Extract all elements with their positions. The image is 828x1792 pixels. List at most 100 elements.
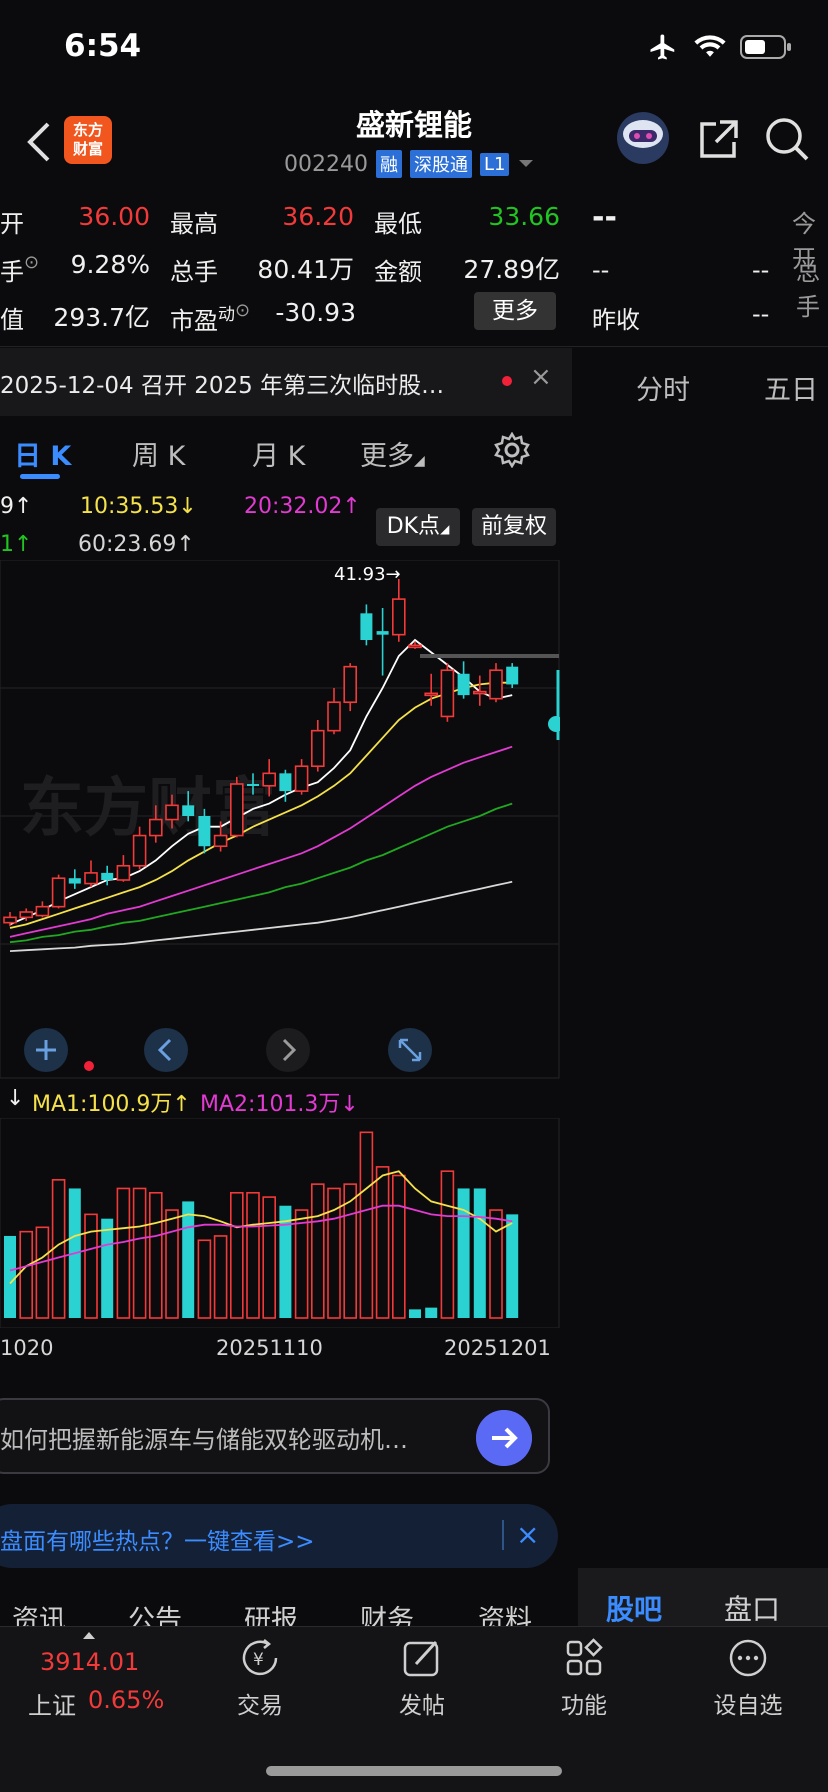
trade-icon[interactable]: ¥	[238, 1636, 282, 1680]
candle-body	[149, 818, 163, 837]
volume-bar	[457, 1188, 470, 1318]
open-value: 36.00	[78, 202, 150, 231]
event-dot[interactable]	[84, 1061, 94, 1071]
zoom-in-button[interactable]	[24, 1028, 68, 1072]
home-indicator[interactable]	[266, 1766, 562, 1776]
airplane-icon	[650, 34, 675, 60]
volume-bar	[4, 1235, 16, 1318]
candle-body	[84, 872, 98, 885]
vol-legend-ma2: MA2:101.3万↓	[200, 1092, 359, 1117]
volume-bar	[246, 1191, 260, 1319]
volume-chart[interactable]	[0, 1118, 560, 1328]
candle-body	[376, 631, 389, 635]
pe-label-text: 市盈	[170, 307, 218, 335]
right-total-label: 总手	[796, 258, 820, 321]
candle-body	[408, 644, 422, 649]
divider	[0, 346, 828, 347]
scroll-left-button[interactable]	[144, 1028, 188, 1072]
index-value[interactable]: 3914.01	[40, 1648, 139, 1676]
candle-body	[343, 665, 358, 704]
more-options-icon[interactable]	[726, 1636, 770, 1680]
battery-icon	[740, 35, 791, 59]
arrow-right-icon[interactable]	[476, 1410, 532, 1466]
dk-point-button[interactable]: DK点◢	[376, 508, 460, 546]
candle-body	[51, 877, 66, 908]
tab-week-k[interactable]: 周 K	[132, 434, 185, 473]
index-change[interactable]: 0.65%	[88, 1686, 164, 1714]
search-icon[interactable]	[764, 116, 810, 162]
candle-body	[116, 864, 131, 881]
prev-close-label: 昨收	[592, 306, 640, 334]
nav-add-watchlist[interactable]: 设自选	[698, 1686, 798, 1720]
stock-subtitle[interactable]: 002240 融 深股通 L1	[284, 150, 535, 178]
index-name[interactable]: 上证	[28, 1686, 76, 1721]
volume-bar	[182, 1201, 195, 1318]
fullscreen-button[interactable]	[388, 1028, 432, 1072]
candle-body	[279, 773, 292, 792]
robot-assistant-icon[interactable]	[612, 110, 674, 166]
nav-trade[interactable]: 交易	[210, 1686, 310, 1720]
settings-gear-icon[interactable]	[494, 432, 530, 468]
scroll-right-button[interactable]	[266, 1028, 310, 1072]
candle-body	[472, 690, 487, 695]
info-icon[interactable]: ⊙	[24, 252, 39, 273]
adjust-button[interactable]: 前复权	[472, 508, 556, 546]
volume-bar	[391, 1174, 406, 1319]
volume-value: 80.41万	[257, 255, 354, 284]
tab-day-k[interactable]: 日 K	[14, 434, 71, 473]
post-icon[interactable]	[400, 1636, 444, 1680]
volume-bar	[489, 1209, 503, 1319]
nav-functions[interactable]: 功能	[534, 1686, 634, 1720]
volume-bar	[101, 1218, 114, 1318]
nav-post[interactable]: 发帖	[372, 1686, 472, 1720]
wifi-icon	[694, 35, 726, 57]
candle-body	[440, 669, 455, 718]
mktcap-label: 值	[0, 306, 24, 334]
tab-month-k[interactable]: 月 K	[252, 434, 305, 473]
tab-stock-forum[interactable]: 股吧	[606, 1588, 662, 1628]
tab-five-day[interactable]: 五日	[764, 368, 818, 407]
notice-close-icon[interactable]: ×	[530, 362, 552, 392]
volume-bar	[84, 1213, 98, 1319]
volume-bar	[19, 1230, 34, 1319]
candle-body	[3, 916, 17, 924]
notice-text[interactable]: 2025-12-04 召开 2025 年第三次临时股…	[0, 366, 470, 400]
hot-close-icon[interactable]: ×	[516, 1518, 539, 1551]
tab-order-book[interactable]: 盘口	[724, 1588, 780, 1628]
ask-ai-text[interactable]: 如何把握新能源车与储能双轮驱动机…	[0, 1420, 452, 1455]
ma-legend-60: 60:23.69↑	[78, 532, 195, 557]
tag-level: L1	[479, 152, 510, 176]
volume-bar	[165, 1209, 179, 1319]
candle-body	[182, 805, 195, 816]
tag-connect: 深股通	[409, 150, 472, 178]
low-value: 33.66	[488, 202, 560, 231]
candle-body	[230, 783, 244, 837]
open-label: 开	[0, 210, 24, 238]
date-label-mid: 20251110	[216, 1336, 323, 1360]
caret-down-icon[interactable]	[517, 158, 535, 170]
tab-more[interactable]: 更多◢	[360, 434, 425, 473]
volume-bar	[197, 1239, 212, 1319]
pe-info-icon[interactable]: ⊙	[235, 300, 250, 321]
functions-icon[interactable]	[562, 1636, 606, 1680]
candle-body	[165, 804, 179, 821]
tab-intraday[interactable]: 分时	[636, 368, 690, 407]
ma-legend-10: 10:35.53↓	[80, 494, 197, 519]
turnover-label: 手⊙	[0, 252, 39, 287]
hot-topics-text[interactable]: 盘面有哪些热点？一键查看>>	[0, 1522, 315, 1556]
pe-value: -30.93	[275, 298, 356, 327]
candles	[3, 579, 559, 927]
right-r2-b: --	[752, 256, 770, 284]
status-time: 6:54	[64, 28, 142, 64]
ma-legend-20: 20:32.02↑	[244, 494, 361, 519]
kline-chart[interactable]: 东方财富 41.93→	[0, 560, 560, 1080]
volume-bar	[213, 1235, 228, 1319]
more-button[interactable]: 更多	[474, 292, 556, 330]
candle-body	[247, 784, 259, 786]
volume-bar	[116, 1187, 131, 1319]
mktcap-value: 293.7亿	[53, 303, 150, 332]
share-icon[interactable]	[696, 118, 740, 162]
volume-bar	[310, 1183, 325, 1319]
candle-body	[35, 905, 50, 917]
ma60-line	[9, 880, 513, 952]
